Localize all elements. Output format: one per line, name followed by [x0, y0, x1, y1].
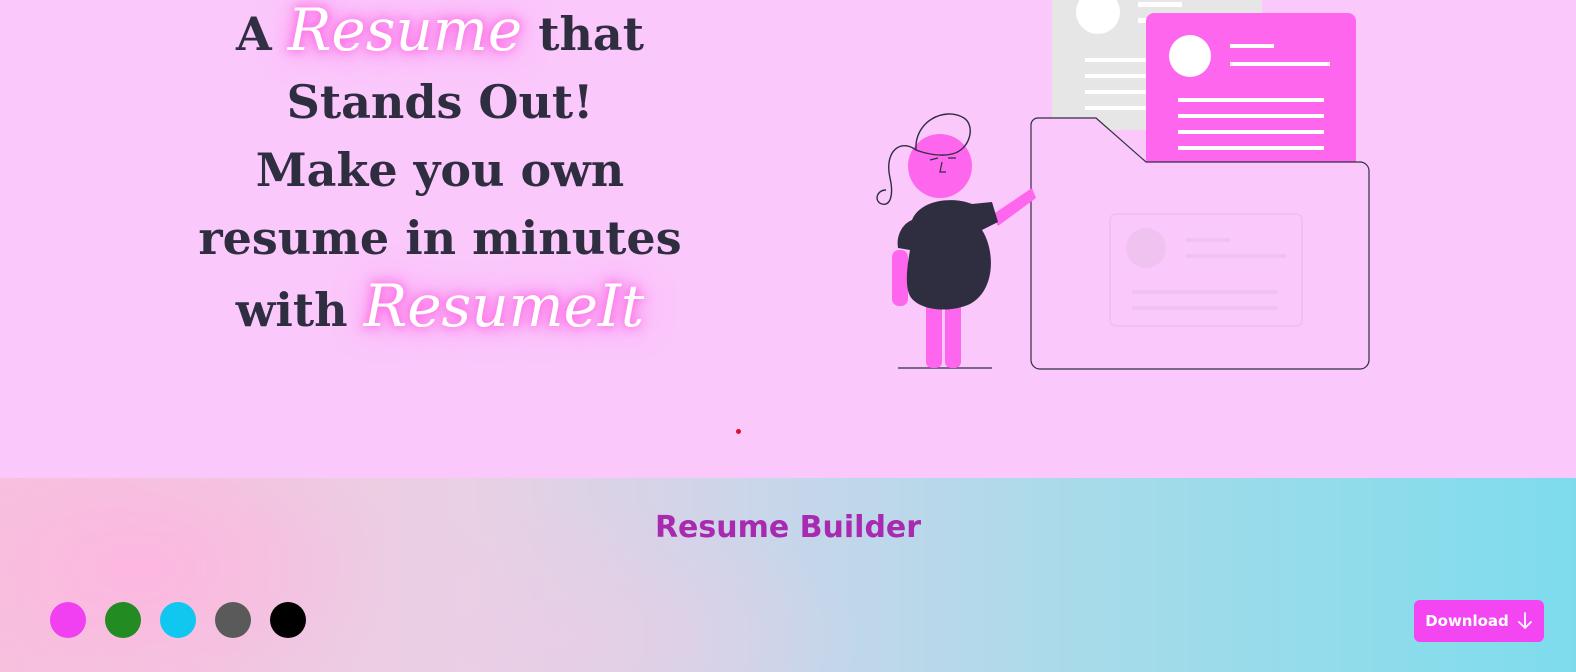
carousel-dot[interactable] [736, 429, 741, 434]
person-figure [876, 113, 1036, 369]
headline-word-a: A [236, 7, 272, 61]
headline-line-2: Stands Out! [286, 75, 594, 129]
color-swatch-magenta[interactable] [50, 602, 86, 638]
hero-headline: A Resume that Stands Out! Make you own r… [140, 0, 740, 344]
color-swatch-green[interactable] [105, 602, 141, 638]
brand-title: Resume Builder [654, 510, 922, 545]
headline-line-1: A Resume that [140, 0, 740, 68]
color-swatch-group [50, 602, 306, 638]
color-swatch-black[interactable] [270, 602, 306, 638]
headline-line-3: Make you own [255, 143, 625, 197]
arrow-down-icon [1517, 612, 1532, 629]
pink-document [1146, 13, 1356, 173]
headline-line-5: with ResumeIt [140, 272, 740, 344]
headline-script-resume: Resume [287, 0, 523, 64]
color-swatch-gray[interactable] [215, 602, 251, 638]
download-button[interactable]: Download [1414, 600, 1544, 642]
hero-section: A Resume that Stands Out! Make you own r… [0, 0, 1576, 478]
headline-word-with: with [235, 283, 348, 337]
headline-script-resumeit: ResumeIt [363, 272, 645, 340]
resume-folder-illustration [876, 0, 1370, 370]
color-swatch-cyan[interactable] [160, 602, 196, 638]
builder-toolbar: Resume Builder Download [0, 478, 1576, 672]
download-label: Download [1425, 612, 1509, 630]
headline-line-4: resume in minutes [198, 211, 682, 265]
headline-word-that: that [538, 7, 644, 61]
